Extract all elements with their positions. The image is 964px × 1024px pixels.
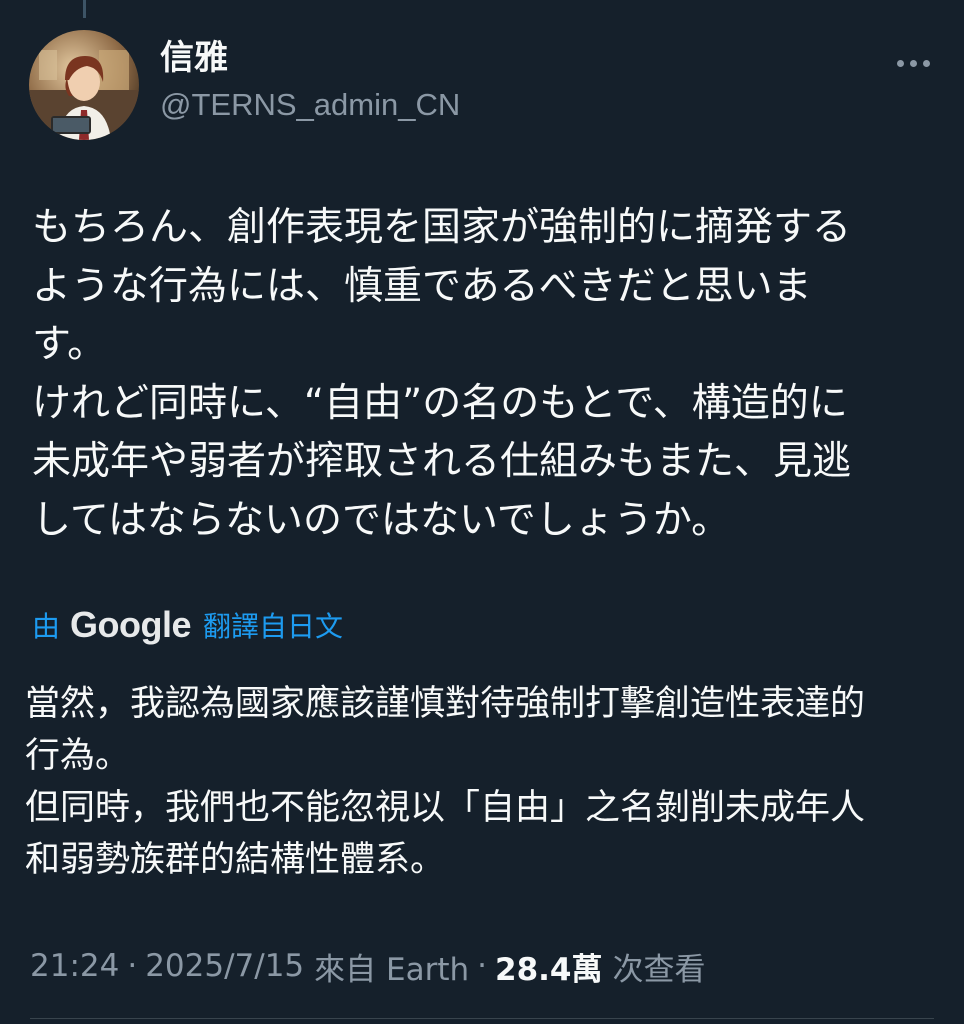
divider <box>30 1018 934 1019</box>
translated-text-line: 當然，我認為國家應該謹慎對待強制打擊創造性表達的 <box>25 684 866 724</box>
tweet-text-line: してはならないのではないでしょうか。 <box>32 497 731 543</box>
avatar-image <box>29 30 139 140</box>
translated-text-line: 行為。 <box>25 736 131 776</box>
translation-by-label: 由 <box>32 610 61 643</box>
more-options-button[interactable] <box>888 46 938 80</box>
tweet-time[interactable]: 21:24 <box>30 948 119 984</box>
translated-text: 當然，我認為國家應該謹慎對待強制打擊創造性表達的 行為。 但同時，我們也不能忽視… <box>25 678 935 886</box>
translation-attribution: 由 Google 翻譯自日文 <box>32 600 343 650</box>
translated-text-line: 但同時，我們也不能忽視以「自由」之名剝削未成年人 <box>25 788 866 828</box>
avatar[interactable] <box>29 30 139 140</box>
tweet-text-line: す。 <box>32 322 107 367</box>
tweet-text-line: けれど同時に、“自由”の名のもとで、構造的に <box>32 380 848 426</box>
tweet-text: もちろん、創作表現を国家が強制的に摘発する ような行為には、慎重であるべきだと思… <box>32 199 932 550</box>
thread-connector-line <box>83 0 86 18</box>
meta-separator: · <box>127 948 138 984</box>
translated-text-line: 和弱勢族群的結構性體系。 <box>25 840 446 880</box>
views-label: 次查看 <box>612 951 706 988</box>
tweet-text-line: ような行為には、慎重であるべきだと思いま <box>32 263 812 309</box>
author-display-name[interactable]: 信雅 <box>160 38 228 79</box>
more-horizontal-icon-dot <box>922 59 930 67</box>
tweet-source: 來自 Earth <box>314 951 470 988</box>
tweet-date[interactable]: 2025/7/15 <box>145 948 304 984</box>
tweet-text-line: 未成年や弱者が搾取される仕組みもまた、見逃 <box>32 439 852 484</box>
meta-separator: · <box>477 948 488 984</box>
google-logo: Google <box>70 604 192 645</box>
more-horizontal-icon <box>896 59 904 67</box>
tweet-text-line: もちろん、創作表現を国家が強制的に摘発する <box>32 205 852 250</box>
views-count[interactable]: 28.4萬 <box>495 944 603 989</box>
more-horizontal-icon-dot <box>909 59 917 67</box>
tweet-meta: 21:24 · 2025/7/15 來自 Earth · 28.4萬 次查看 <box>30 944 706 988</box>
author-handle[interactable]: @TERNS_admin_CN <box>160 86 460 123</box>
translated-from-link[interactable]: 翻譯自日文 <box>203 605 343 645</box>
